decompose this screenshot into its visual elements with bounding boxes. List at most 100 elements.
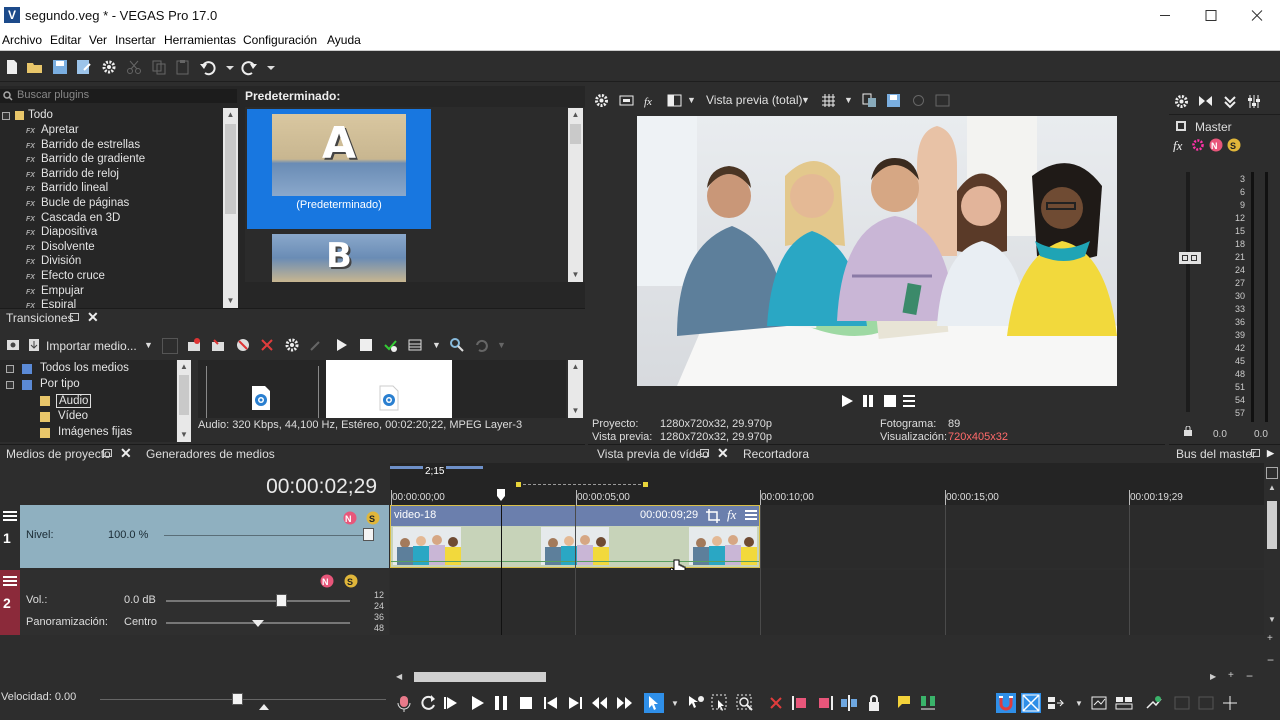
scroll-up-icon[interactable]: ▲: [1268, 483, 1276, 492]
paste-icon[interactable]: [174, 58, 192, 76]
ungroup-icon[interactable]: [1196, 693, 1216, 713]
timeline-hscroll[interactable]: ◀ ▶ + −: [390, 669, 1264, 685]
preview-settings-icon[interactable]: [594, 93, 609, 108]
tab-vista-previa-de-video[interactable]: Vista previa de vídeo: [597, 447, 709, 461]
remove-unused-icon[interactable]: [235, 337, 251, 353]
undock-icon[interactable]: [70, 313, 79, 321]
master-solo-icon[interactable]: S: [1227, 138, 1241, 152]
tab-medios-de-proyecto[interactable]: Medios de proyecto: [6, 447, 111, 461]
region-icon[interactable]: [918, 693, 938, 713]
media-thumb-selected[interactable]: [326, 360, 452, 418]
views-icon[interactable]: [407, 337, 423, 353]
close-tab-icon[interactable]: ✕: [717, 445, 729, 462]
loop-icon[interactable]: [418, 693, 438, 713]
zoom-tool-icon[interactable]: [735, 693, 755, 713]
transition-item[interactable]: FX Empujar: [0, 285, 84, 300]
stop-icon[interactable]: [358, 337, 374, 353]
clip-menu-icon[interactable]: [745, 509, 757, 522]
snap-icon[interactable]: [996, 693, 1016, 713]
trim-end-icon[interactable]: [815, 693, 835, 713]
transition-item[interactable]: FX Disolvente: [0, 241, 95, 256]
redo-icon[interactable]: [240, 58, 258, 76]
volume-slider-handle[interactable]: [276, 594, 287, 607]
next-frame-icon[interactable]: [614, 693, 634, 713]
transition-item[interactable]: FX Apretar: [0, 124, 79, 139]
collapse-icon[interactable]: [6, 365, 14, 373]
transition-item[interactable]: FX División: [0, 255, 81, 270]
transition-item[interactable]: FX Barrido de reloj: [0, 168, 119, 183]
zoom-out-icon[interactable]: −: [1246, 669, 1253, 683]
scroll-up-icon[interactable]: ▲: [568, 360, 583, 374]
media-settings-icon[interactable]: [5, 337, 21, 353]
media-fx-icon[interactable]: [308, 337, 324, 353]
preset-thumb-b[interactable]: B: [272, 234, 406, 282]
scroll-left-icon[interactable]: ◀: [396, 672, 402, 681]
edit-tool-dropdown-icon[interactable]: ▼: [671, 699, 679, 708]
zoom-out-icon[interactable]: −: [1267, 653, 1274, 667]
preview-play-icon[interactable]: [840, 394, 854, 408]
collapse-icon[interactable]: [2, 112, 10, 120]
tab-bus-del-master[interactable]: Bus del master: [1176, 447, 1256, 461]
track-solo-icon[interactable]: S: [344, 574, 358, 588]
preset-scrollbar[interactable]: ▲ ▼: [568, 108, 583, 282]
master-checkbox[interactable]: [1176, 121, 1186, 131]
preset-thumb-a[interactable]: A (Predeterminado): [247, 109, 431, 229]
import-media-icon[interactable]: [26, 337, 42, 353]
group-icon[interactable]: [1172, 693, 1192, 713]
close-tab-icon[interactable]: ✕: [120, 445, 132, 462]
loop-start-marker[interactable]: [516, 482, 521, 487]
split-screen-icon[interactable]: [667, 93, 682, 108]
zoom-icon[interactable]: [449, 337, 465, 353]
transition-item[interactable]: FX Barrido lineal: [0, 182, 108, 197]
transition-item[interactable]: FX Efecto cruce: [0, 270, 105, 285]
next-marker-icon[interactable]: [565, 693, 585, 713]
properties-gear-icon[interactable]: [284, 337, 300, 353]
track-mute-icon[interactable]: N: [343, 511, 357, 525]
scroll-up-icon[interactable]: ▲: [223, 108, 238, 122]
scroll-up-icon[interactable]: ▲: [177, 360, 191, 374]
lock-icon[interactable]: [864, 693, 884, 713]
menu-ayuda[interactable]: Ayuda: [327, 33, 361, 47]
auto-crossfade-icon[interactable]: [1021, 693, 1041, 713]
level-slider-track[interactable]: [164, 535, 364, 536]
transition-item[interactable]: FX Barrido de gradiente: [0, 153, 145, 168]
normal-edit-tool-icon[interactable]: [644, 693, 664, 713]
play-icon[interactable]: [467, 693, 487, 713]
scroll-thumb[interactable]: [225, 124, 236, 214]
rate-slider-track[interactable]: [100, 699, 386, 700]
prev-marker-icon[interactable]: [541, 693, 561, 713]
tree-scrollbar[interactable]: ▲ ▼: [223, 108, 238, 308]
media-undo-icon[interactable]: [473, 337, 489, 353]
zoom-in-icon[interactable]: +: [1267, 633, 1273, 644]
menu-insertar[interactable]: Insertar: [115, 33, 156, 47]
scroll-thumb[interactable]: [414, 672, 546, 682]
preview-device-icon[interactable]: [619, 93, 634, 108]
scroll-down-icon[interactable]: ▼: [177, 428, 191, 442]
preview-menu-icon[interactable]: [902, 394, 916, 408]
cursor-marker-icon[interactable]: [495, 488, 507, 502]
envelope-tool-icon[interactable]: [686, 693, 706, 713]
minimize-icon[interactable]: [1142, 0, 1188, 31]
video-track-header[interactable]: 1 N S Nivel: 100.0 %: [0, 505, 389, 568]
scroll-down-icon[interactable]: ▼: [1268, 615, 1276, 624]
master-fader-track[interactable]: [1186, 172, 1190, 412]
save-icon[interactable]: [51, 58, 69, 76]
audio-file-icon[interactable]: [250, 385, 272, 411]
zoom-in-icon[interactable]: +: [1228, 670, 1234, 681]
scroll-down-icon[interactable]: ▼: [223, 294, 238, 308]
menu-archivo[interactable]: Archivo: [2, 33, 42, 47]
transition-item[interactable]: FX Cascada en 3D: [0, 212, 120, 227]
level-slider-handle[interactable]: [363, 528, 374, 541]
tab-generadores-de-medios[interactable]: Generadores de medios: [146, 447, 275, 461]
maximize-icon[interactable]: [1188, 0, 1234, 31]
scroll-down-icon[interactable]: ▼: [568, 268, 583, 282]
cut-icon[interactable]: [125, 58, 143, 76]
split-dropdown-icon[interactable]: ▼: [687, 95, 696, 105]
tab-recortadora[interactable]: Recortadora: [743, 447, 809, 461]
new-file-icon[interactable]: [3, 58, 21, 76]
close-tab-icon[interactable]: ✕: [87, 309, 99, 326]
settings-gear-icon[interactable]: [100, 58, 118, 76]
media-scrollbar[interactable]: ▲ ▼: [568, 360, 583, 418]
import-media-button[interactable]: Importar medio...: [46, 339, 137, 353]
master-gear-icon[interactable]: [1191, 138, 1205, 152]
